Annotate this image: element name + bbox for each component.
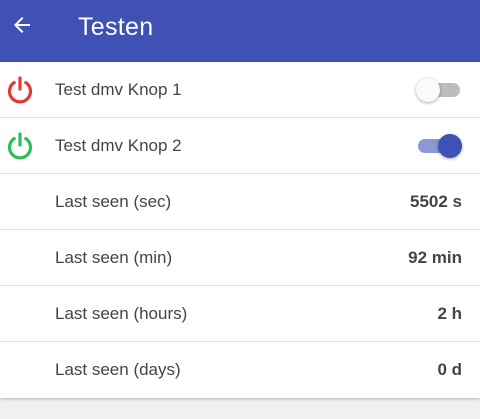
- row-label: Test dmv Knop 2: [55, 136, 182, 155]
- toggle-thumb: [438, 134, 462, 158]
- arrow-left-icon: [14, 17, 30, 33]
- row-label: Last seen (min): [55, 248, 173, 267]
- row-value: 92 min: [408, 248, 462, 267]
- app-bar: Testen: [0, 0, 480, 62]
- settings-list: Test dmv Knop 1 Test dmv Knop 2 Last see…: [0, 62, 480, 398]
- list-item-last-seen-min: Last seen (min) 92 min: [0, 230, 480, 286]
- power-icon: [7, 76, 33, 104]
- back-button[interactable]: [6, 9, 38, 41]
- row-label: Test dmv Knop 1: [55, 80, 182, 99]
- row-label: Last seen (hours): [55, 304, 188, 323]
- row-label: Last seen (sec): [55, 192, 172, 211]
- page-title: Testen: [78, 13, 154, 41]
- row-value: 0 d: [437, 360, 462, 379]
- row-value: 5502 s: [410, 192, 462, 211]
- power-icon: [7, 132, 33, 160]
- list-item-last-seen-days: Last seen (days) 0 d: [0, 342, 480, 398]
- toggle-switch[interactable]: [416, 77, 462, 103]
- toggle-thumb: [416, 78, 440, 102]
- list-item-last-seen-sec: Last seen (sec) 5502 s: [0, 174, 480, 230]
- list-item-switch-1: Test dmv Knop 1: [0, 62, 480, 118]
- row-label: Last seen (days): [55, 360, 181, 379]
- toggle-switch[interactable]: [416, 133, 462, 159]
- row-value: 2 h: [437, 304, 462, 323]
- list-item-switch-2: Test dmv Knop 2: [0, 118, 480, 174]
- list-item-last-seen-hours: Last seen (hours) 2 h: [0, 286, 480, 342]
